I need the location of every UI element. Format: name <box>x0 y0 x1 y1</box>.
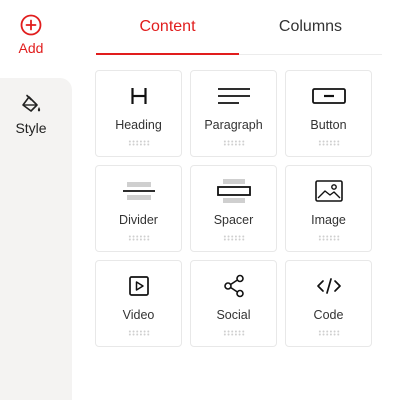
block-label: Social <box>216 308 251 322</box>
tab-bar: Content Columns <box>96 0 382 55</box>
tab-columns[interactable]: Columns <box>239 0 382 54</box>
drag-handle-icon[interactable] <box>317 140 340 146</box>
block-spacer[interactable]: Spacer <box>190 165 277 252</box>
paragraph-icon <box>191 83 276 109</box>
block-heading[interactable]: Heading <box>95 70 182 157</box>
block-image[interactable]: Image <box>285 165 372 252</box>
block-code[interactable]: Code <box>285 260 372 347</box>
sidebar-item-label: Style <box>15 120 47 136</box>
active-tab-indicator <box>96 53 239 55</box>
paint-bucket-icon <box>20 94 42 116</box>
drag-handle-icon[interactable] <box>222 330 245 336</box>
sidebar-item-label: Add <box>18 40 44 56</box>
block-label: Video <box>122 308 155 322</box>
share-icon <box>191 273 276 299</box>
image-icon <box>286 178 371 204</box>
code-icon <box>286 273 371 299</box>
tab-content[interactable]: Content <box>96 0 239 54</box>
drag-handle-icon[interactable] <box>127 140 150 146</box>
plus-circle-icon <box>20 14 42 36</box>
drag-handle-icon[interactable] <box>127 330 150 336</box>
drag-handle-icon[interactable] <box>222 140 245 146</box>
block-label: Image <box>311 213 346 227</box>
sidebar-item-style[interactable]: Style <box>0 94 62 136</box>
sidebar-rail: Add Style <box>0 0 72 400</box>
block-label: Spacer <box>213 213 254 227</box>
block-paragraph[interactable]: Paragraph <box>190 70 277 157</box>
content-blocks-grid: Heading Paragraph Button Divider Spacer … <box>95 70 372 347</box>
block-label: Divider <box>119 213 158 227</box>
sidebar-item-add[interactable]: Add <box>0 14 62 56</box>
heading-icon <box>96 83 181 109</box>
block-social[interactable]: Social <box>190 260 277 347</box>
drag-handle-icon[interactable] <box>317 235 340 241</box>
drag-handle-icon[interactable] <box>317 330 340 336</box>
block-video[interactable]: Video <box>95 260 182 347</box>
block-label: Heading <box>115 118 162 132</box>
drag-handle-icon[interactable] <box>127 235 150 241</box>
block-label: Paragraph <box>204 118 263 132</box>
button-icon <box>286 83 371 109</box>
block-divider[interactable]: Divider <box>95 165 182 252</box>
spacer-icon <box>191 178 276 204</box>
block-label: Button <box>310 118 347 132</box>
video-icon <box>96 273 181 299</box>
drag-handle-icon[interactable] <box>222 235 245 241</box>
divider-icon <box>96 178 181 204</box>
block-label: Code <box>313 308 344 322</box>
block-button[interactable]: Button <box>285 70 372 157</box>
